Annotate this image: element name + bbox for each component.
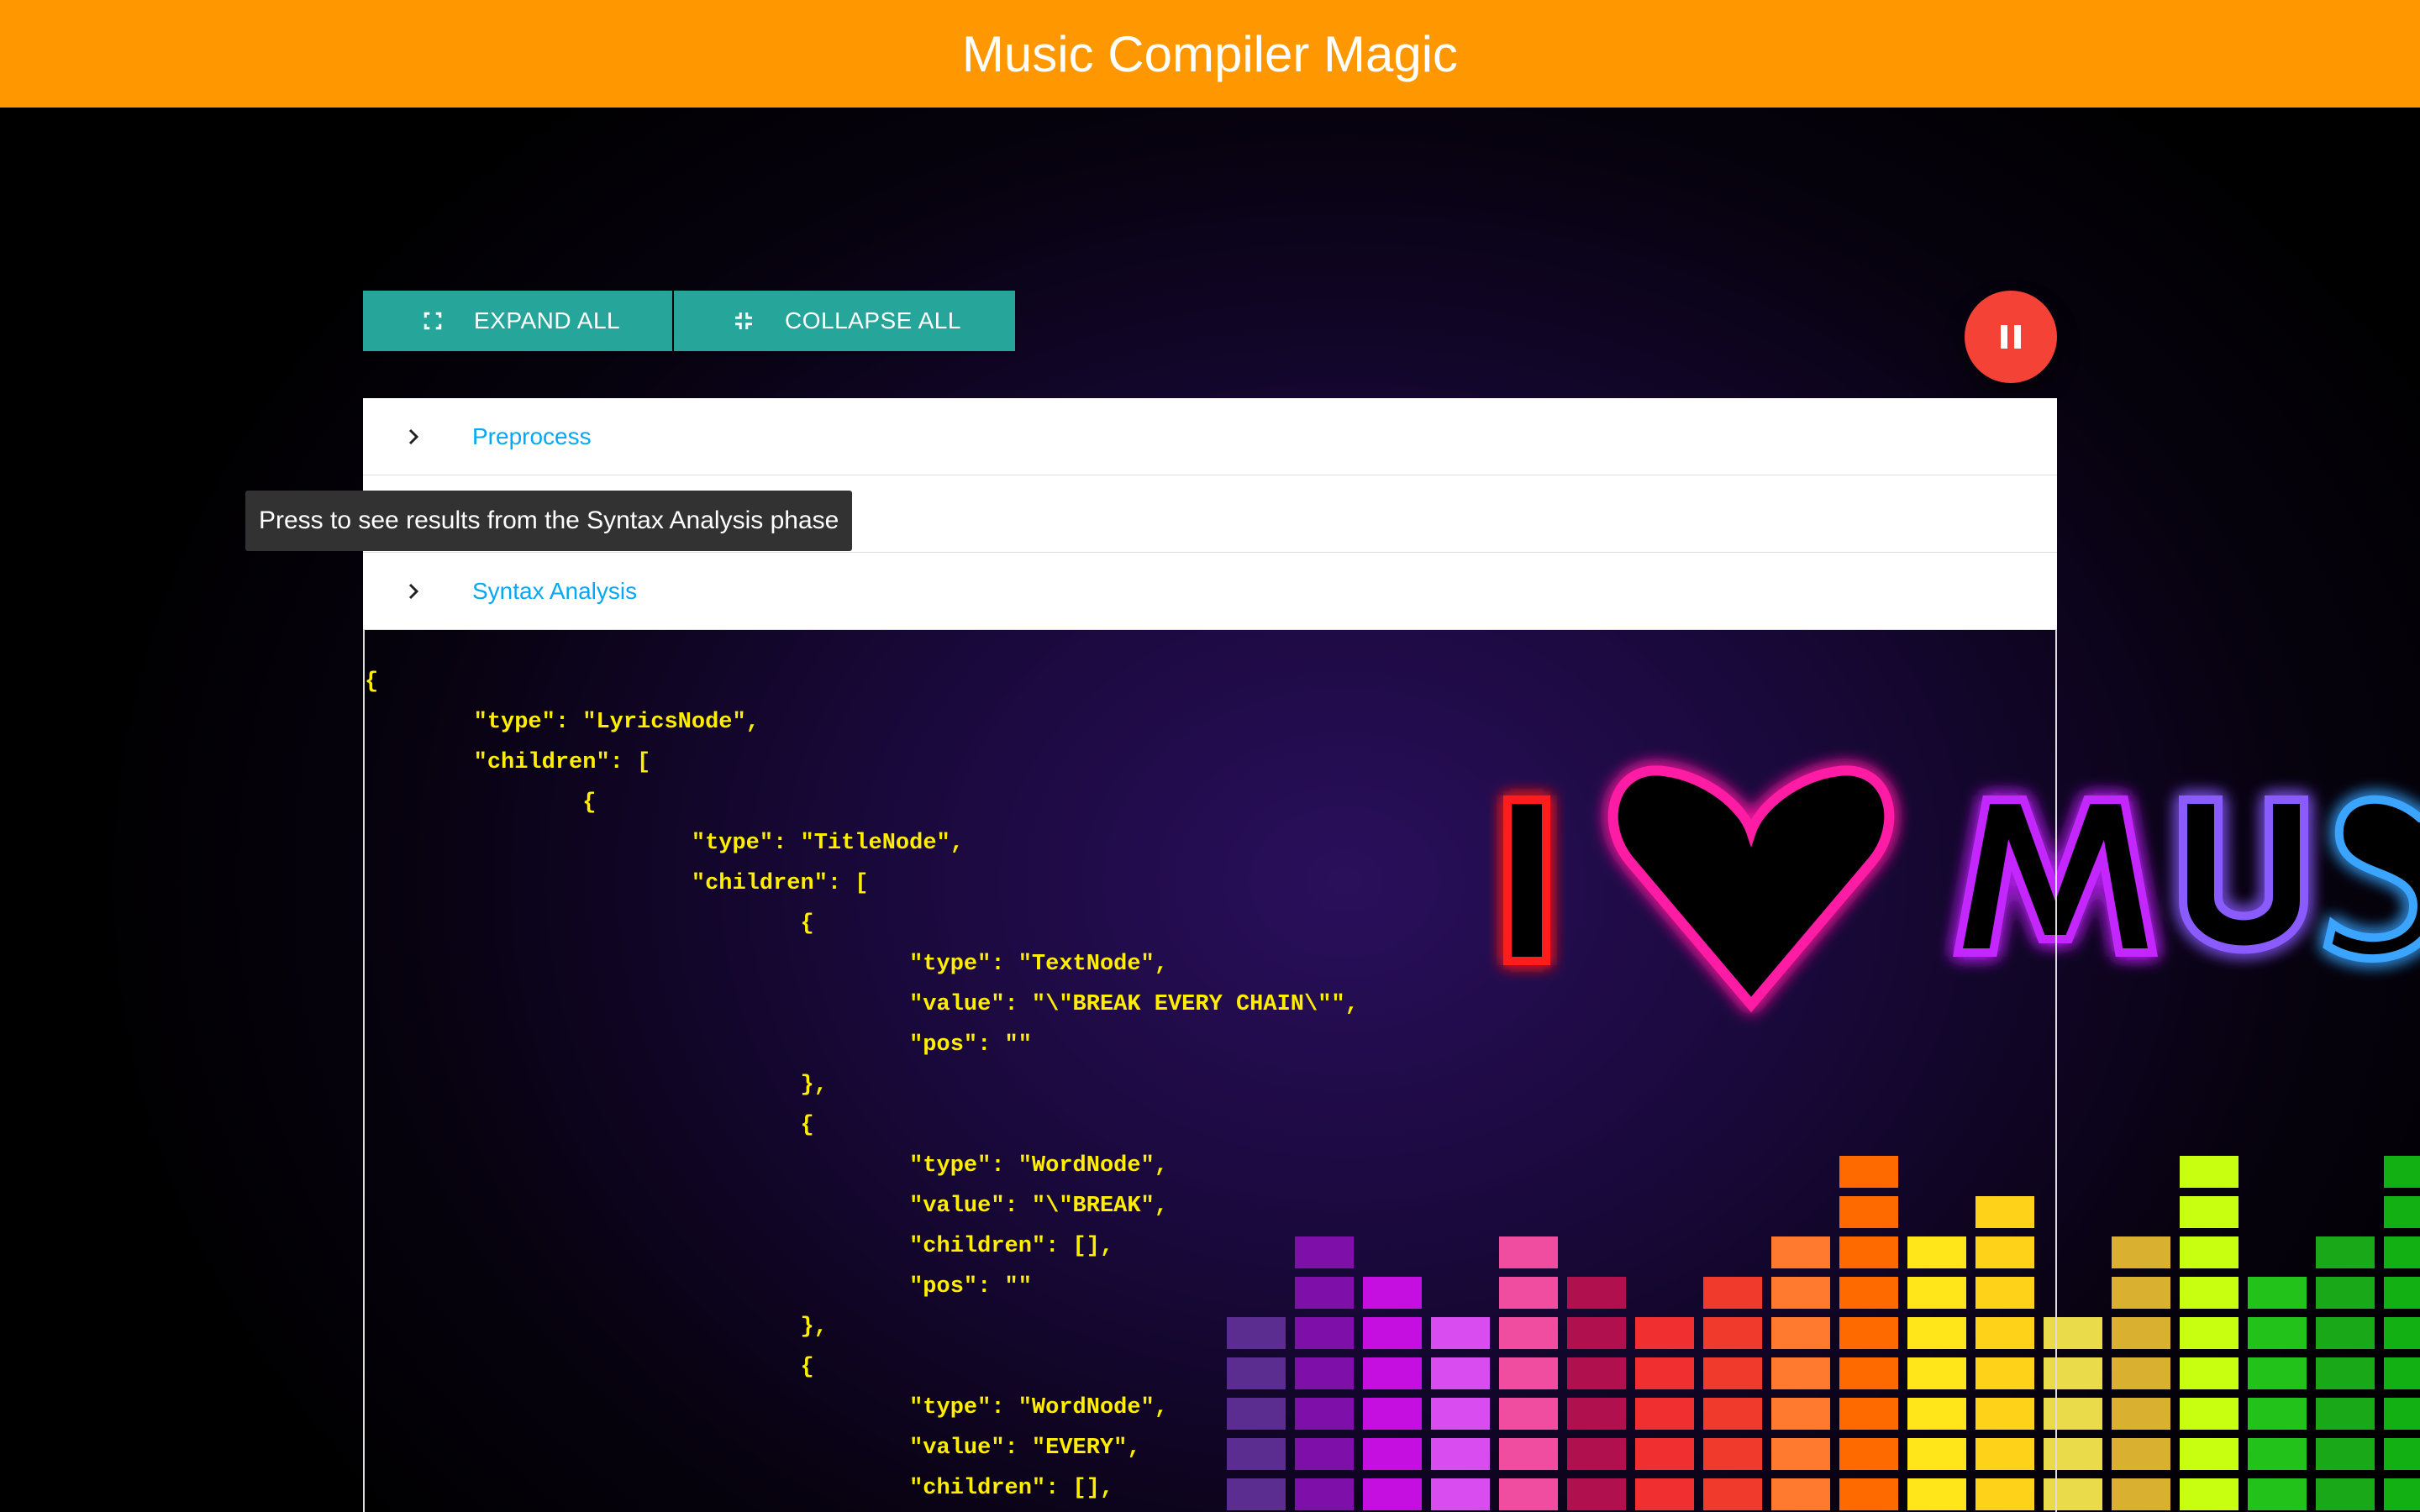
equalizer-cell xyxy=(2248,1357,2307,1389)
equalizer-cell xyxy=(2180,1357,2238,1389)
equalizer-cell xyxy=(2180,1478,2238,1510)
equalizer-cell xyxy=(2248,1398,2307,1430)
equalizer-cell xyxy=(2180,1398,2238,1430)
equalizer-cell xyxy=(2112,1277,2170,1309)
pause-button[interactable] xyxy=(1965,291,2057,383)
equalizer-cell xyxy=(2384,1478,2420,1510)
equalizer-cell xyxy=(2384,1357,2420,1389)
equalizer-cell xyxy=(2180,1317,2238,1349)
equalizer-cell xyxy=(2180,1438,2238,1470)
equalizer-cell xyxy=(2384,1317,2420,1349)
equalizer-cell xyxy=(2248,1438,2307,1470)
equalizer-cell xyxy=(2180,1277,2238,1309)
collapse-all-button[interactable]: COLLAPSE ALL xyxy=(674,291,1015,351)
equalizer-cell xyxy=(2112,1317,2170,1349)
fullscreen-exit-icon xyxy=(735,312,752,329)
equalizer-cell xyxy=(2384,1398,2420,1430)
equalizer-cell xyxy=(2384,1196,2420,1228)
equalizer-cell xyxy=(2384,1277,2420,1309)
expand-all-button[interactable]: EXPAND ALL xyxy=(363,291,672,351)
equalizer-cell xyxy=(2248,1317,2307,1349)
app-title: Music Compiler Magic xyxy=(961,25,1459,82)
equalizer-cell xyxy=(2180,1236,2238,1268)
equalizer-cell xyxy=(2112,1236,2170,1268)
equalizer-cell xyxy=(2316,1398,2375,1430)
app-header: Music Compiler Magic xyxy=(0,0,2420,108)
expand-all-label: EXPAND ALL xyxy=(474,307,621,333)
fullscreen-icon xyxy=(424,312,442,330)
equalizer-cell xyxy=(2180,1196,2238,1228)
panel-label: Syntax Analysis xyxy=(472,577,638,604)
json-code-block: { "type": "LyricsNode", "children": [ { … xyxy=(365,669,1359,1501)
syntax-analysis-output: { "type": "LyricsNode", "children": [ { … xyxy=(363,630,2057,1512)
equalizer-cell xyxy=(2248,1277,2307,1309)
chevron-right-icon xyxy=(408,428,419,444)
panel-preprocess[interactable]: Preprocess xyxy=(363,398,2057,475)
equalizer-cell xyxy=(2248,1478,2307,1510)
panel-syntax-analysis[interactable]: Syntax Analysis xyxy=(363,553,2057,630)
equalizer-cell xyxy=(2112,1357,2170,1389)
equalizer-cell xyxy=(2384,1156,2420,1188)
tooltip: Press to see results from the Syntax Ana… xyxy=(245,491,853,551)
equalizer-cell xyxy=(2316,1236,2375,1268)
panel-label: Preprocess xyxy=(472,423,592,449)
collapse-all-label: COLLAPSE ALL xyxy=(785,307,961,333)
equalizer-cell xyxy=(2316,1478,2375,1510)
pause-icon xyxy=(2001,325,2021,349)
equalizer-cell xyxy=(2112,1398,2170,1430)
equalizer-cell xyxy=(2112,1438,2170,1470)
equalizer-cell xyxy=(2316,1357,2375,1389)
equalizer-cell xyxy=(2180,1156,2238,1188)
equalizer-cell xyxy=(2112,1478,2170,1510)
equalizer-cell xyxy=(2316,1277,2375,1309)
chevron-right-icon xyxy=(408,583,419,599)
equalizer-cell xyxy=(2384,1438,2420,1470)
equalizer-cell xyxy=(2384,1236,2420,1268)
equalizer-cell xyxy=(2316,1438,2375,1470)
equalizer-cell xyxy=(2316,1317,2375,1349)
